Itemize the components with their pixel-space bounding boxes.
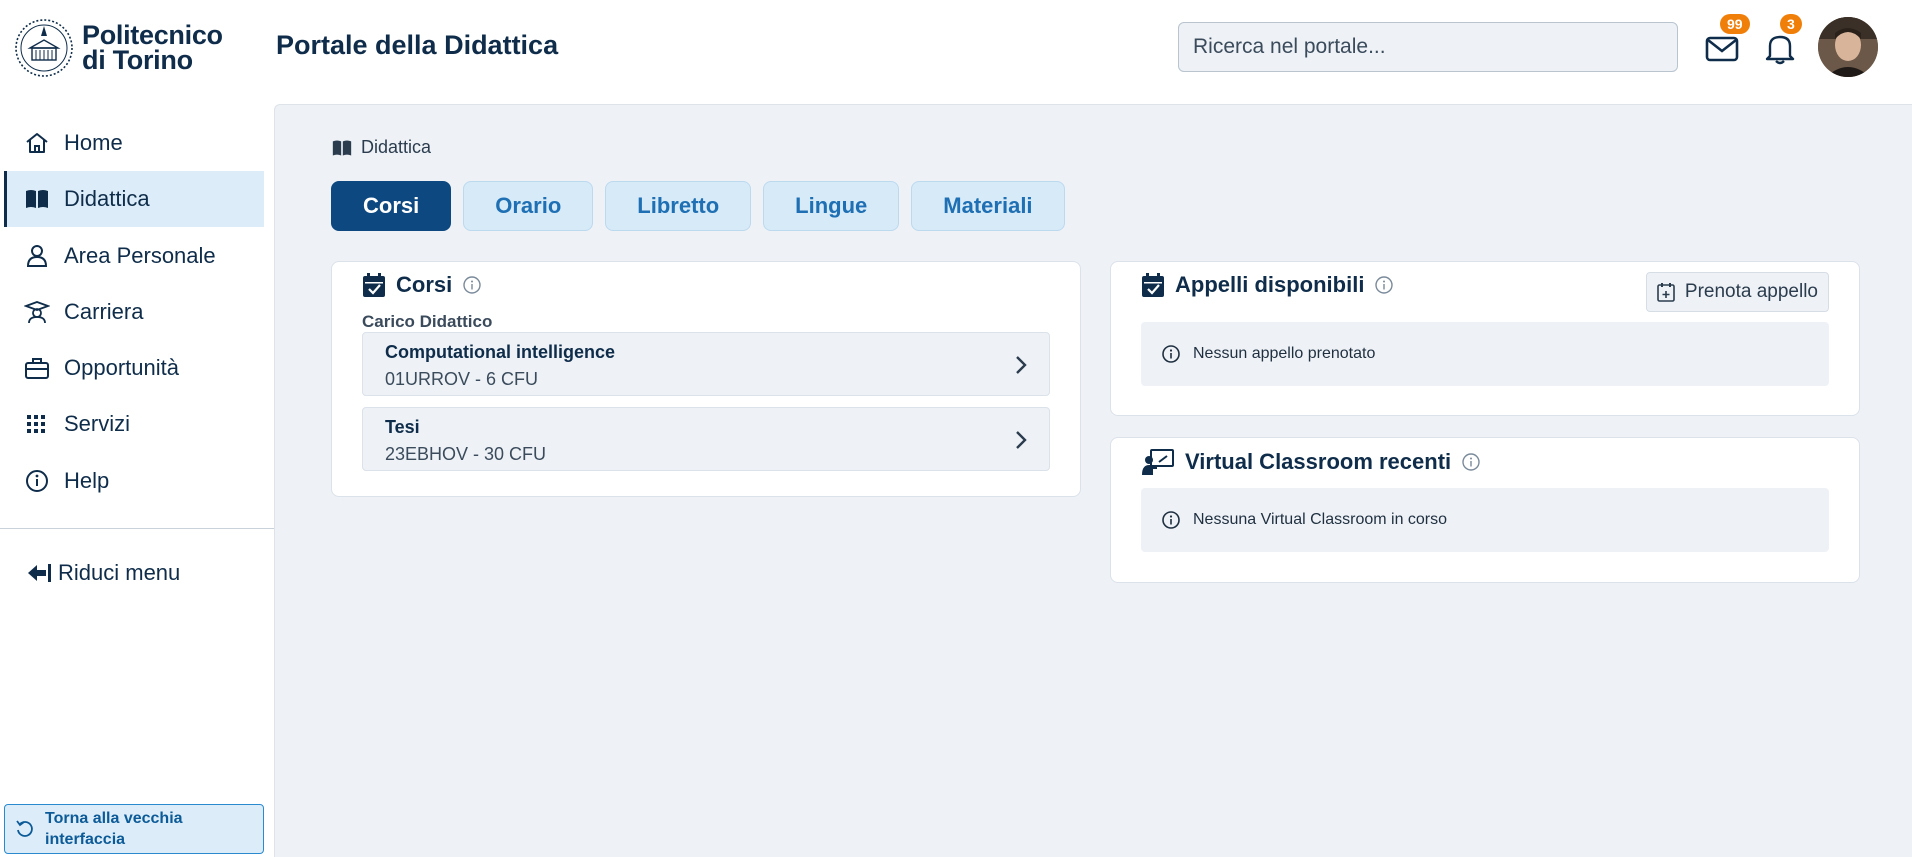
sidebar-divider xyxy=(0,528,274,529)
main-content: Didattica Corsi Orario Libretto Lingue M… xyxy=(274,104,1912,857)
top-header: Politecnico di Torino Portale della Dida… xyxy=(0,0,1912,104)
book-icon xyxy=(26,190,48,208)
corsi-card: Corsi Carico Didattico Computational int… xyxy=(331,261,1081,497)
sidebar-item-home[interactable]: Home xyxy=(4,115,264,171)
sidebar-item-didattica[interactable]: Didattica xyxy=(4,171,264,227)
appelli-notice: Nessun appello prenotato xyxy=(1141,322,1829,386)
tab-lingue[interactable]: Lingue xyxy=(763,181,900,231)
user-icon xyxy=(26,245,48,267)
sidebar-item-opportunita[interactable]: Opportunità xyxy=(4,340,264,396)
classroom-icon xyxy=(1142,449,1174,475)
vc-notice-text: Nessuna Virtual Classroom in corso xyxy=(1193,511,1448,528)
logo-line-2: di Torino xyxy=(82,45,193,75)
sidebar-item-label: Home xyxy=(64,130,123,155)
prenota-appello-label: Prenota appello xyxy=(1684,281,1818,302)
old-interface-button[interactable]: Torna alla vecchia interfaccia xyxy=(4,804,264,854)
info-icon xyxy=(26,470,48,492)
tab-materiali[interactable]: Materiali xyxy=(911,181,1065,231)
breadcrumb-label[interactable]: Didattica xyxy=(361,137,431,158)
sidebar-item-label: Help xyxy=(64,468,110,493)
course-code: 01URROV - 6 CFU xyxy=(385,369,539,389)
course-name: Computational intelligence xyxy=(385,342,616,362)
seal-icon xyxy=(15,19,73,77)
vc-notice: Nessuna Virtual Classroom in corso xyxy=(1141,488,1829,552)
carico-didattico-label: Carico Didattico xyxy=(362,312,493,331)
tab-libretto[interactable]: Libretto xyxy=(605,181,752,231)
appelli-card-header: Appelli disponibili xyxy=(1141,272,1394,298)
course-item[interactable]: Computational intelligence 01URROV - 6 C… xyxy=(362,332,1050,396)
corsi-card-title: Corsi xyxy=(396,272,453,297)
appelli-card-title: Appelli disponibili xyxy=(1175,272,1365,297)
bell-icon xyxy=(1765,35,1795,65)
polito-logo[interactable]: Politecnico di Torino xyxy=(12,18,223,78)
calendar-check-icon xyxy=(1142,273,1164,297)
undo-icon xyxy=(16,820,33,837)
notifications-button[interactable]: 3 xyxy=(1762,14,1802,66)
book-icon xyxy=(332,140,352,155)
user-avatar[interactable] xyxy=(1818,17,1878,77)
reduce-menu-button[interactable]: Riduci menu xyxy=(26,560,180,586)
calendar-plus-icon xyxy=(1657,283,1675,302)
info-icon[interactable] xyxy=(1374,275,1394,295)
graduate-icon xyxy=(24,301,50,324)
breadcrumb: Didattica xyxy=(331,137,431,158)
corsi-card-header: Corsi xyxy=(362,272,482,298)
vc-card-title: Virtual Classroom recenti xyxy=(1185,449,1452,474)
mail-icon xyxy=(1705,36,1739,62)
prenota-appello-button[interactable]: Prenota appello xyxy=(1645,272,1829,312)
mail-button[interactable]: 99 xyxy=(1704,14,1750,66)
tab-bar: Corsi Orario Libretto Lingue Materiali xyxy=(331,181,1065,231)
sidebar-item-servizi[interactable]: Servizi xyxy=(4,396,264,452)
tab-orario[interactable]: Orario xyxy=(463,181,594,231)
old-interface-label: Torna alla vecchia interfaccia xyxy=(45,810,183,848)
sidebar-item-label: Area Personale xyxy=(64,243,216,268)
portal-title: Portale della Didattica xyxy=(276,30,559,60)
search-input[interactable] xyxy=(1178,22,1678,72)
sidebar-item-area-personale[interactable]: Area Personale xyxy=(4,228,264,284)
info-icon[interactable] xyxy=(462,275,482,295)
chevron-right-icon xyxy=(1016,356,1027,374)
calendar-check-icon xyxy=(363,273,385,297)
sidebar-item-label: Carriera xyxy=(64,299,144,324)
tab-corsi[interactable]: Corsi xyxy=(331,181,452,231)
sidebar-item-label: Opportunità xyxy=(64,355,179,380)
course-item[interactable]: Tesi 23EBHOV - 30 CFU xyxy=(362,407,1050,471)
reduce-menu-label: Riduci menu xyxy=(58,560,181,585)
info-icon xyxy=(1162,511,1180,529)
sidebar-item-label: Didattica xyxy=(64,186,150,211)
virtual-classroom-card: Virtual Classroom recenti Nessuna Virtua… xyxy=(1110,437,1860,583)
notifications-badge: 3 xyxy=(1780,14,1802,34)
avatar-photo xyxy=(1818,17,1878,77)
sidebar-item-label: Servizi xyxy=(64,411,131,436)
sidebar-item-help[interactable]: Help xyxy=(4,453,264,509)
course-name: Tesi xyxy=(385,417,420,437)
logo-text: Politecnico di Torino xyxy=(82,22,223,75)
vc-card-header: Virtual Classroom recenti xyxy=(1141,448,1481,476)
appelli-card: Appelli disponibili Prenota appello Ness… xyxy=(1110,261,1860,416)
info-icon[interactable] xyxy=(1461,452,1481,472)
grid-icon xyxy=(27,415,45,433)
mail-badge: 99 xyxy=(1720,14,1750,34)
collapse-arrow-icon xyxy=(28,564,51,582)
sidebar-item-carriera[interactable]: Carriera xyxy=(4,284,264,340)
chevron-right-icon xyxy=(1016,431,1027,449)
course-code: 23EBHOV - 30 CFU xyxy=(385,444,547,464)
info-icon xyxy=(1162,345,1180,363)
briefcase-icon xyxy=(25,358,49,379)
sidebar: Home Didattica Area Personale Carriera O… xyxy=(0,104,274,857)
home-icon xyxy=(26,133,48,153)
appelli-notice-text: Nessun appello prenotato xyxy=(1193,345,1376,362)
